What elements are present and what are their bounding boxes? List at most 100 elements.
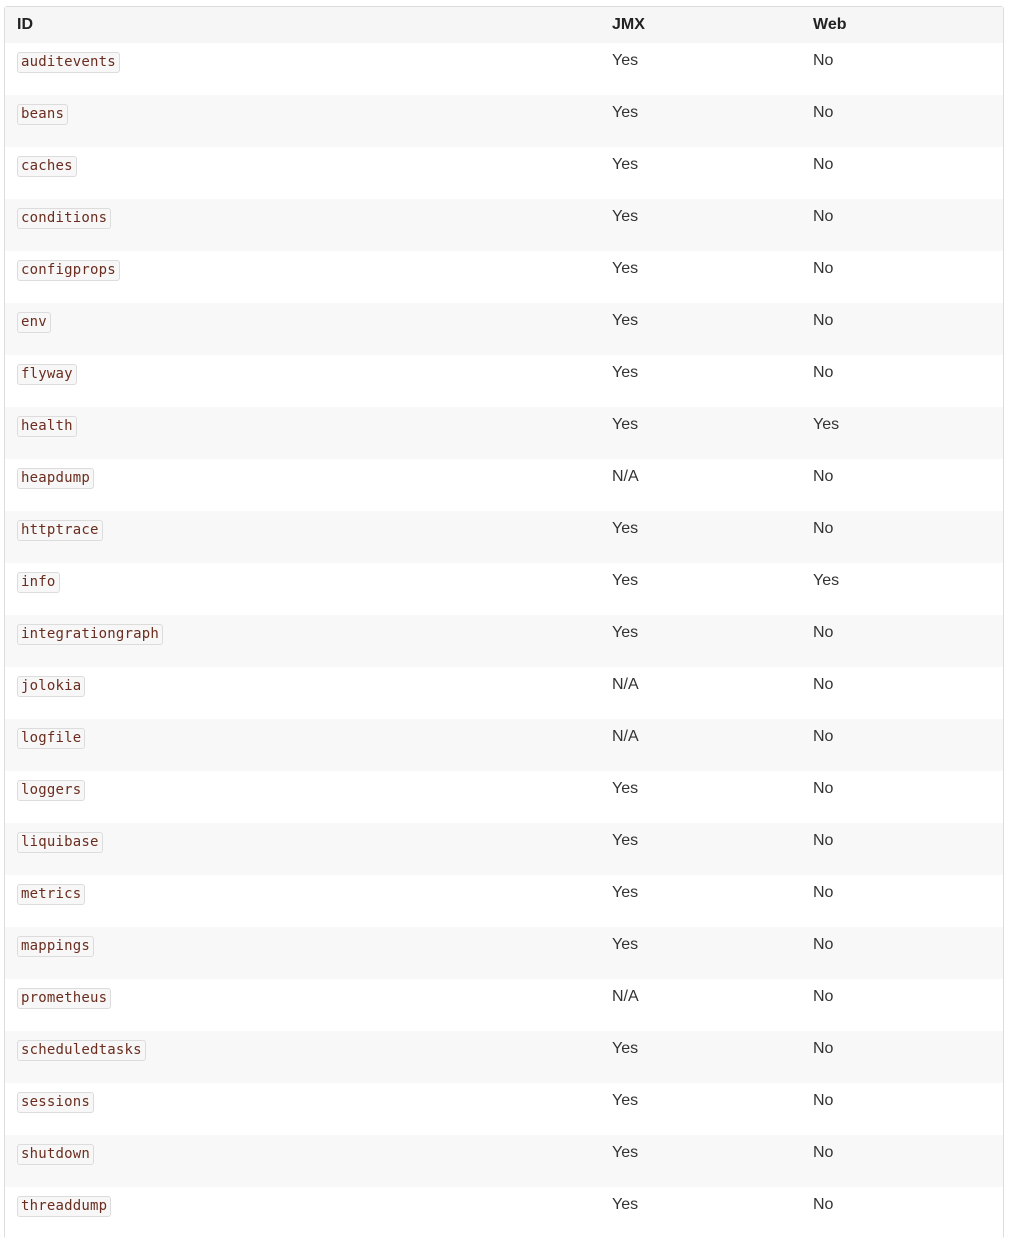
endpoint-id: auditevents: [17, 52, 120, 73]
jmx-cell: Yes: [612, 1092, 639, 1109]
endpoint-id: loggers: [17, 780, 86, 801]
table-header-row: ID JMX Web: [5, 7, 1003, 43]
jmx-cell: Yes: [612, 936, 639, 953]
table-row: logfile N/A No: [5, 719, 1003, 771]
endpoints-table: ID JMX Web auditevents Yes No beans Yes No c…: [5, 7, 1003, 1239]
web-cell: No: [813, 468, 834, 485]
endpoint-id: httptrace: [17, 520, 103, 541]
web-cell: No: [813, 520, 834, 537]
endpoint-id: heapdump: [17, 468, 95, 489]
web-cell: No: [813, 1040, 834, 1057]
endpoint-id: conditions: [17, 208, 112, 229]
jmx-cell: Yes: [612, 104, 639, 121]
endpoint-id-cell: heapdump: [5, 459, 600, 511]
endpoint-id: jolokia: [17, 676, 86, 697]
web-cell: No: [813, 988, 834, 1005]
table-row: caches Yes No: [5, 147, 1003, 199]
jmx-cell: N/A: [612, 728, 639, 745]
web-cell: No: [813, 884, 834, 901]
jmx-cell: Yes: [612, 260, 639, 277]
jmx-cell: Yes: [612, 884, 639, 901]
web-cell: No: [813, 832, 834, 849]
endpoint-id-cell: conditions: [5, 199, 600, 251]
table-row: shutdown Yes No: [5, 1135, 1003, 1187]
endpoint-id: shutdown: [17, 1144, 95, 1165]
web-cell: No: [813, 1092, 834, 1109]
table-row: auditevents Yes No: [5, 43, 1003, 95]
endpoint-id-cell: prometheus: [5, 979, 600, 1031]
endpoint-id: liquibase: [17, 832, 103, 853]
web-cell: No: [813, 1144, 834, 1161]
jmx-cell: Yes: [612, 156, 639, 173]
table-header: ID JMX Web: [5, 7, 1003, 43]
jmx-cell: Yes: [612, 572, 639, 589]
table-row: env Yes No: [5, 303, 1003, 355]
web-cell: No: [813, 156, 834, 173]
jmx-cell: N/A: [612, 676, 639, 693]
table-row: prometheus N/A No: [5, 979, 1003, 1031]
table-body: auditevents Yes No beans Yes No caches Yes No …: [5, 43, 1003, 1239]
web-cell: No: [813, 312, 834, 329]
web-cell: No: [813, 936, 834, 953]
endpoint-id-cell: configprops: [5, 251, 600, 303]
web-cell: Yes: [813, 416, 840, 433]
web-cell: No: [813, 728, 834, 745]
table-row: metrics Yes No: [5, 875, 1003, 927]
endpoint-id: scheduledtasks: [17, 1040, 146, 1061]
endpoint-id-cell: mappings: [5, 927, 600, 979]
jmx-cell: Yes: [612, 52, 639, 69]
web-cell: No: [813, 208, 834, 225]
column-header-id: ID: [17, 16, 33, 33]
table-row: flyway Yes No: [5, 355, 1003, 407]
endpoint-id-cell: env: [5, 303, 600, 355]
web-cell: No: [813, 52, 834, 69]
table-row: conditions Yes No: [5, 199, 1003, 251]
web-cell: No: [813, 624, 834, 641]
endpoint-id-cell: health: [5, 407, 600, 459]
table-row: beans Yes No: [5, 95, 1003, 147]
endpoint-id: info: [17, 572, 60, 593]
endpoint-id: flyway: [17, 364, 77, 385]
endpoint-id-cell: metrics: [5, 875, 600, 927]
jmx-cell: Yes: [612, 364, 639, 381]
jmx-cell: Yes: [612, 832, 639, 849]
endpoint-id-cell: info: [5, 563, 600, 615]
jmx-cell: Yes: [612, 1144, 639, 1161]
endpoint-id-cell: flyway: [5, 355, 600, 407]
endpoint-id-cell: caches: [5, 147, 600, 199]
table-row: health Yes Yes: [5, 407, 1003, 459]
endpoint-id-cell: httptrace: [5, 511, 600, 563]
endpoint-id-cell: beans: [5, 95, 600, 147]
endpoint-id: sessions: [17, 1092, 95, 1113]
web-cell: No: [813, 104, 834, 121]
jmx-cell: N/A: [612, 988, 639, 1005]
jmx-cell: Yes: [612, 624, 639, 641]
column-header-jmx: JMX: [612, 16, 645, 33]
endpoint-id-cell: loggers: [5, 771, 600, 823]
jmx-cell: Yes: [612, 208, 639, 225]
table-row: info Yes Yes: [5, 563, 1003, 615]
endpoint-id: beans: [17, 104, 69, 125]
endpoint-id-cell: integrationgraph: [5, 615, 600, 667]
endpoint-id: logfile: [17, 728, 86, 749]
endpoint-id: threaddump: [17, 1196, 112, 1217]
endpoint-id: configprops: [17, 260, 120, 281]
web-cell: No: [813, 364, 834, 381]
jmx-cell: Yes: [612, 312, 639, 329]
web-cell: No: [813, 676, 834, 693]
table-row: scheduledtasks Yes No: [5, 1031, 1003, 1083]
endpoint-id-cell: sessions: [5, 1083, 600, 1135]
table-row: jolokia N/A No: [5, 667, 1003, 719]
endpoints-table-container: ID JMX Web auditevents Yes No beans Yes No c…: [4, 6, 1004, 1239]
endpoint-id: health: [17, 416, 77, 437]
endpoint-id: mappings: [17, 936, 95, 957]
column-header-web: Web: [813, 16, 847, 33]
endpoint-id-cell: logfile: [5, 719, 600, 771]
jmx-cell: Yes: [612, 1196, 639, 1213]
web-cell: No: [813, 780, 834, 797]
endpoint-id-cell: jolokia: [5, 667, 600, 719]
table-row: heapdump N/A No: [5, 459, 1003, 511]
jmx-cell: Yes: [612, 520, 639, 537]
table-row: loggers Yes No: [5, 771, 1003, 823]
endpoint-id-cell: auditevents: [5, 43, 600, 95]
